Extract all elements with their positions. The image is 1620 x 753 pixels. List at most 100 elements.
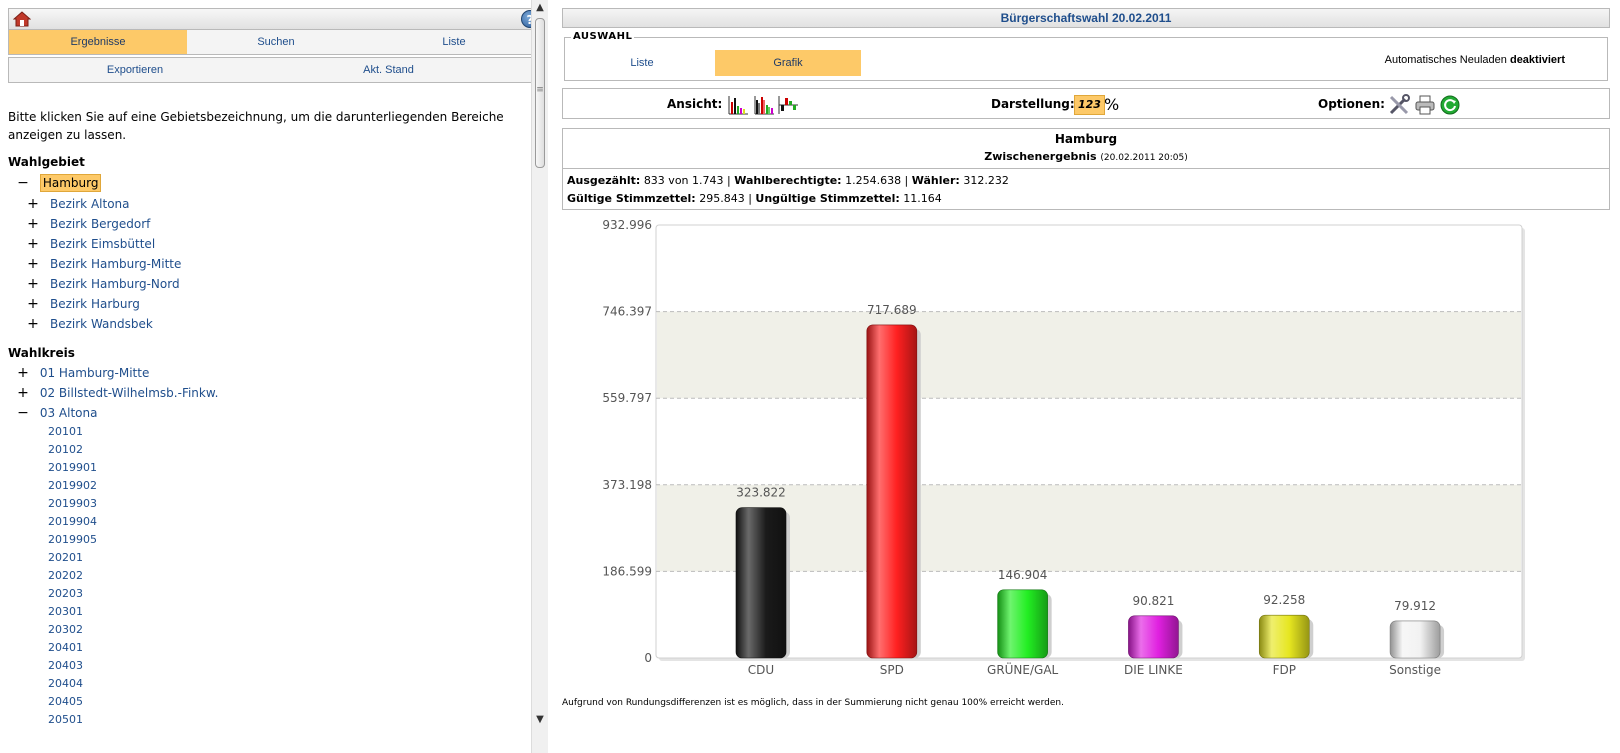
wahlkreis-heading: Wahlkreis bbox=[8, 346, 75, 360]
tab-grafik[interactable]: Grafik bbox=[715, 50, 861, 76]
tree-row-bezirk: + Bezirk Hamburg-Nord bbox=[26, 275, 180, 293]
bar-value-label: 90.821 bbox=[1132, 594, 1174, 608]
result-status-label: Zwischenergebnis bbox=[984, 150, 1097, 163]
result-header: Hamburg Zwischenergebnis (20.02.2011 20:… bbox=[563, 129, 1609, 169]
wahlbezirk-link[interactable]: 20302 bbox=[48, 621, 83, 639]
bar bbox=[1258, 614, 1310, 659]
tree-item-bezirk[interactable]: Bezirk Hamburg-Nord bbox=[50, 277, 180, 291]
optionen-label: Optionen: bbox=[1318, 97, 1385, 111]
nav-ergebnisse[interactable]: Ergebnisse bbox=[9, 30, 187, 54]
expand-icon[interactable]: + bbox=[26, 215, 40, 233]
auto-reload-label: Automatisches Neuladen bbox=[1384, 54, 1507, 66]
wahlbezirk-link[interactable]: 20501 bbox=[48, 711, 83, 729]
wahlbezirk-link[interactable]: 20201 bbox=[48, 549, 83, 567]
collapse-icon[interactable]: − bbox=[16, 404, 30, 422]
percent-icon[interactable]: % bbox=[1104, 95, 1119, 114]
expand-icon[interactable]: + bbox=[26, 275, 40, 293]
wahlbezirk-link[interactable]: 20102 bbox=[48, 441, 83, 459]
gueltig-value: 295.843 bbox=[699, 192, 745, 205]
wahlbezirk-link[interactable]: 20203 bbox=[48, 585, 83, 603]
result-stats: Ausgezählt: 833 von 1.743 | Wahlberechti… bbox=[567, 174, 1009, 205]
bar-value-label: 323.822 bbox=[736, 486, 786, 500]
nav-exportieren[interactable]: Exportieren bbox=[9, 58, 261, 82]
home-icon[interactable] bbox=[13, 11, 31, 27]
tree-item-bezirk[interactable]: Bezirk Altona bbox=[50, 197, 130, 211]
tree-row-wahlkreis-02: + 02 Billstedt-Wilhelmsb.-Finkw. bbox=[16, 384, 218, 402]
tree-item-hamburg[interactable]: Hamburg bbox=[39, 174, 102, 192]
x-category-label: FDP bbox=[1273, 663, 1296, 677]
bar-chart-icon[interactable] bbox=[727, 94, 749, 116]
wahlbezirk-link[interactable]: 20403 bbox=[48, 657, 83, 675]
wahlbezirk-link[interactable]: 20301 bbox=[48, 603, 83, 621]
tree-row-wahlkreis-03: − 03 Altona bbox=[16, 404, 97, 422]
intro-text: Bitte klicken Sie auf eine Gebietsbezeic… bbox=[8, 110, 504, 142]
expand-icon[interactable]: + bbox=[26, 295, 40, 313]
bar-value-label: 146.904 bbox=[998, 568, 1048, 582]
bar bbox=[866, 324, 918, 659]
wahlbezirk-link[interactable]: 2019904 bbox=[48, 513, 97, 531]
wahlbezirk-link[interactable]: 20404 bbox=[48, 675, 83, 693]
auto-reload-state[interactable]: deaktiviert bbox=[1510, 54, 1565, 66]
ausgezaehlt-label: Ausgezählt: bbox=[567, 174, 641, 187]
left-scrollbar[interactable]: ▲ ▼ bbox=[531, 0, 548, 753]
tree-item-wahlkreis-01[interactable]: 01 Hamburg-Mitte bbox=[40, 366, 150, 380]
page-title: Bürgerschaftswahl 20.02.2011 bbox=[562, 8, 1610, 28]
bar bbox=[997, 589, 1048, 659]
x-category-label: GRÜNE/GAL bbox=[987, 661, 1059, 677]
collapse-icon[interactable]: − bbox=[16, 174, 30, 192]
expand-icon[interactable]: + bbox=[26, 195, 40, 213]
tree-row-bezirk: + Bezirk Bergedorf bbox=[26, 215, 150, 233]
wahlbezirk-link[interactable]: 2019902 bbox=[48, 477, 97, 495]
wahlbezirk-link[interactable]: 20401 bbox=[48, 639, 83, 657]
tree-item-bezirk[interactable]: Bezirk Bergedorf bbox=[50, 217, 150, 231]
result-summary: Hamburg Zwischenergebnis (20.02.2011 20:… bbox=[562, 128, 1610, 210]
scroll-up-icon[interactable]: ▲ bbox=[532, 2, 548, 16]
absolute-numbers-icon[interactable]: 123 bbox=[1074, 95, 1105, 115]
wahlberechtigte-label: Wahlberechtigte: bbox=[734, 174, 842, 187]
waehler-label: Wähler: bbox=[911, 174, 960, 187]
tree-item-bezirk[interactable]: Bezirk Harburg bbox=[50, 297, 140, 311]
auswahl-legend: AUSWAHL bbox=[571, 31, 635, 42]
tree-item-wahlkreis-02[interactable]: 02 Billstedt-Wilhelmsb.-Finkw. bbox=[40, 386, 219, 400]
nav-suchen[interactable]: Suchen bbox=[187, 30, 365, 54]
diff-chart-icon[interactable] bbox=[777, 94, 799, 116]
x-category-label: Sonstige bbox=[1389, 663, 1441, 677]
nav-liste[interactable]: Liste bbox=[365, 30, 543, 54]
refresh-icon[interactable] bbox=[1439, 94, 1461, 116]
expand-icon[interactable]: + bbox=[16, 364, 30, 382]
y-tick-label: 559.797 bbox=[602, 391, 652, 405]
wahlbezirk-link[interactable]: 20405 bbox=[48, 693, 83, 711]
tree-row-bezirk: + Bezirk Hamburg-Mitte bbox=[26, 255, 181, 273]
tab-liste[interactable]: Liste bbox=[569, 50, 715, 76]
tree-row-bezirk: + Bezirk Eimsbüttel bbox=[26, 235, 155, 253]
scroll-thumb[interactable] bbox=[535, 18, 545, 168]
rounding-footnote: Aufgrund von Rundungsdifferenzen ist es … bbox=[562, 698, 1064, 708]
gueltig-label: Gültige Stimmzettel: bbox=[567, 192, 696, 205]
tree-item-bezirk[interactable]: Bezirk Wandsbek bbox=[50, 317, 153, 331]
nav-akt-stand[interactable]: Akt. Stand bbox=[261, 58, 516, 82]
tree-item-wahlkreis-03[interactable]: 03 Altona bbox=[40, 406, 98, 420]
bar-value-label: 717.689 bbox=[867, 303, 917, 317]
wahlbezirk-link[interactable]: 2019901 bbox=[48, 459, 97, 477]
expand-icon[interactable]: + bbox=[26, 315, 40, 333]
wahlbezirk-link[interactable]: 2019903 bbox=[48, 495, 97, 513]
grouped-bar-chart-icon[interactable] bbox=[753, 94, 775, 116]
ausgezaehlt-value: 833 von 1.743 bbox=[643, 174, 724, 187]
ungueltig-value: 11.164 bbox=[903, 192, 942, 205]
tools-icon[interactable] bbox=[1388, 94, 1410, 116]
tree-item-bezirk[interactable]: Bezirk Eimsbüttel bbox=[50, 237, 155, 251]
expand-icon[interactable]: + bbox=[26, 255, 40, 273]
scroll-down-icon[interactable]: ▼ bbox=[532, 714, 548, 728]
bar bbox=[735, 507, 787, 659]
expand-icon[interactable]: + bbox=[26, 235, 40, 253]
print-icon[interactable] bbox=[1414, 94, 1436, 116]
tree-item-bezirk[interactable]: Bezirk Hamburg-Mitte bbox=[50, 257, 181, 271]
wahlbezirk-link[interactable]: 20101 bbox=[48, 423, 83, 441]
expand-icon[interactable]: + bbox=[16, 384, 30, 402]
y-tick-label: 373.198 bbox=[602, 478, 652, 492]
nav-row-main: Ergebnisse Suchen Liste bbox=[8, 29, 544, 55]
y-tick-label: 932.996 bbox=[602, 218, 652, 232]
y-tick-label: 186.599 bbox=[602, 564, 652, 578]
wahlbezirk-link[interactable]: 2019905 bbox=[48, 531, 97, 549]
wahlbezirk-link[interactable]: 20202 bbox=[48, 567, 83, 585]
